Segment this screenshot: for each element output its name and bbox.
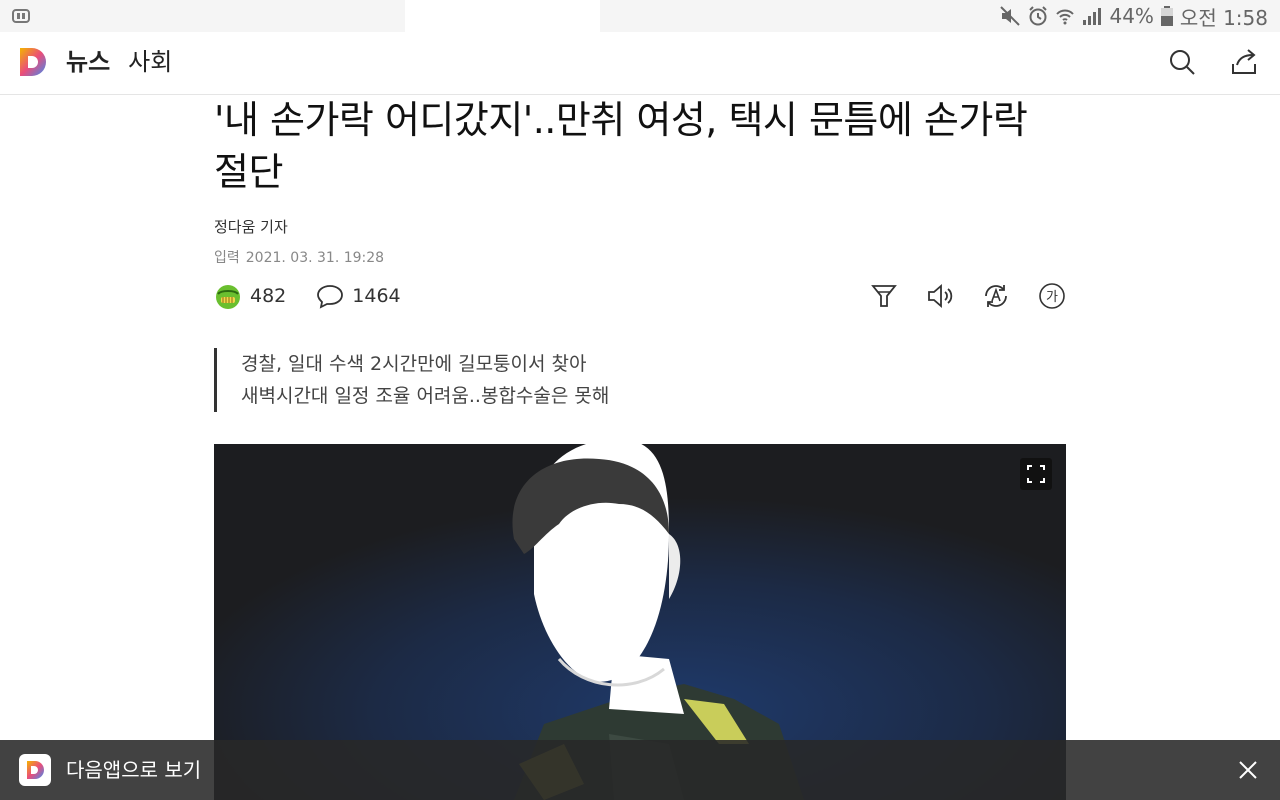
font-size-icon[interactable]: 가 (1038, 282, 1066, 310)
battery-icon (1160, 6, 1173, 26)
filter-icon[interactable] (870, 282, 898, 310)
wifi-icon (1056, 9, 1075, 25)
reporter-name[interactable]: 정다움 기자 (214, 216, 1066, 237)
publish-date-label: 입력 (214, 250, 240, 266)
article-summary: 경찰, 일대 수색 2시간만에 길모퉁이서 찾아 새벽시간대 일정 조율 어려움… (214, 348, 609, 412)
font-size-glyph: 가 (1046, 290, 1058, 305)
article-actions: 482 1464 가 (214, 282, 1066, 310)
section-title: 뉴스 사회 (66, 46, 172, 78)
publish-date-value: 2021. 03. 31. 19:28 (245, 250, 385, 266)
share-icon[interactable] (1228, 46, 1260, 78)
status-bar-gap (405, 0, 600, 32)
alarm-icon (1029, 6, 1048, 26)
search-icon[interactable] (1166, 46, 1198, 78)
summary-line: 경찰, 일대 수색 2시간만에 길모퉁이서 찾아 (241, 353, 587, 375)
open-in-app-banner[interactable]: 다음앱으로 보기 (0, 740, 1280, 800)
notification-app-icon (12, 9, 30, 23)
open-in-app-text[interactable]: 다음앱으로 보기 (66, 756, 201, 784)
reaction-emoji-icon[interactable] (214, 282, 242, 310)
comment-count[interactable]: 1464 (352, 285, 400, 307)
fullscreen-icon[interactable] (1020, 458, 1052, 490)
battery-percent: 44% (1109, 4, 1154, 28)
section-category[interactable]: 사회 (128, 46, 172, 78)
speaker-icon[interactable] (926, 282, 954, 310)
summary-line: 새벽시간대 일정 조율 어려움..봉합수술은 못해 (241, 385, 610, 407)
comment-icon[interactable] (316, 282, 344, 310)
status-bar: 44% 오전 1:58 (0, 0, 1280, 32)
daum-logo[interactable] (18, 46, 50, 78)
status-icons: 44% 오전 1:58 (999, 0, 1268, 32)
top-app-bar: 뉴스 사회 (0, 32, 1280, 95)
article-header: '내 손가락 어디갔지'..만취 여성, 택시 문틈에 손가락 절단 정다움 기… (214, 94, 1066, 267)
mute-icon (1000, 6, 1021, 26)
clock: 오전 1:58 (1179, 5, 1268, 30)
publish-date: 입력 2021. 03. 31. 19:28 (214, 247, 1066, 267)
article-headline: '내 손가락 어디갔지'..만취 여성, 택시 문틈에 손가락 절단 (214, 98, 1028, 194)
daum-app-logo (19, 754, 51, 786)
reaction-count[interactable]: 482 (250, 285, 286, 307)
signal-icon (1083, 8, 1102, 25)
close-icon[interactable] (1234, 756, 1262, 784)
translate-icon[interactable] (982, 282, 1010, 310)
section-news[interactable]: 뉴스 (66, 46, 110, 78)
